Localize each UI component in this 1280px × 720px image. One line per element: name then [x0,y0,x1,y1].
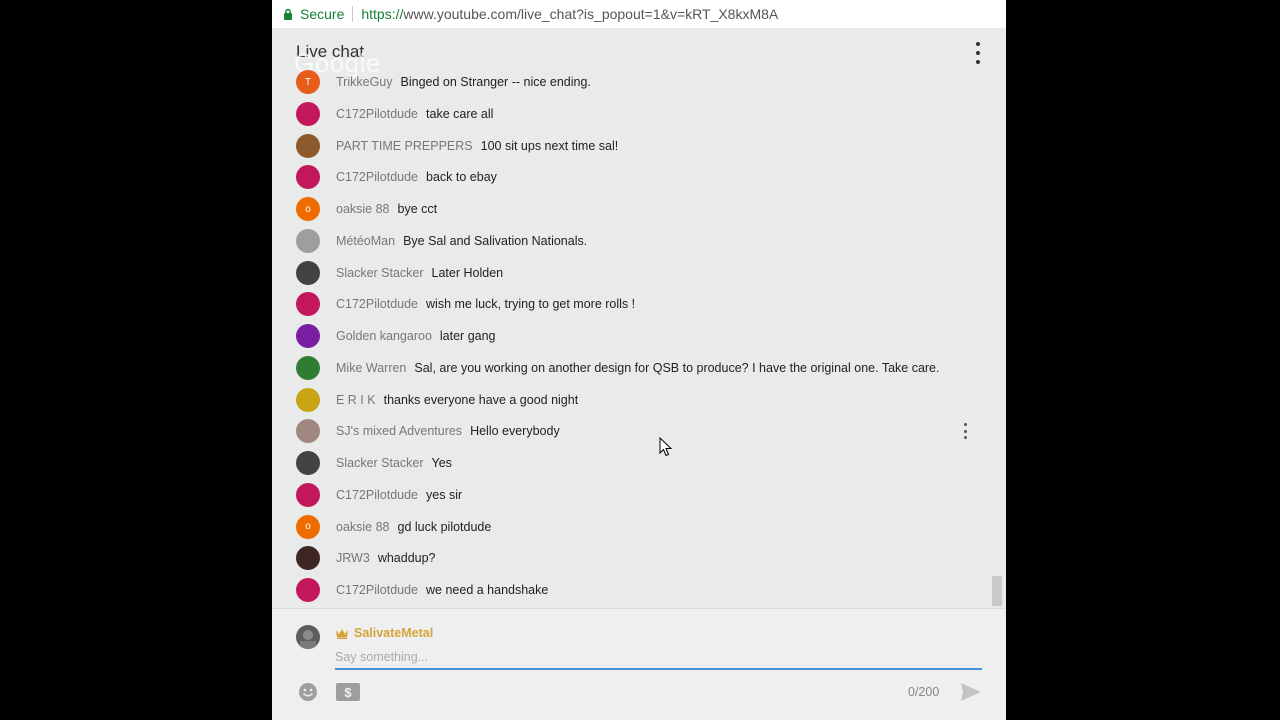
chat-message[interactable]: SJ's mixed Adventures Hello everybody [296,417,986,445]
message-author[interactable]: C172Pilotdude [336,107,418,121]
chat-message[interactable]: JRW3 whaddup? [296,544,986,572]
avatar [296,228,320,253]
secure-label: Secure [300,6,345,22]
message-text: bye cct [397,202,438,216]
page-title: Live chat [296,42,365,61]
svg-text:$: $ [344,685,352,700]
chat-popout-window: Secure https://www.youtube.com/live_chat… [272,0,1006,720]
chat-message[interactable]: MétéoMan Bye Sal and Salivation Nationals… [296,227,986,255]
avatar: o [296,197,320,221]
message-more-icon[interactable] [962,423,968,440]
avatar [296,260,320,285]
message-author[interactable]: C172Pilotdude [336,583,418,597]
message-text: Hello everybody [470,424,560,439]
chat-header: Live chat Google [272,28,1006,78]
message-text: Later Holden [431,265,504,280]
avatar [296,546,320,571]
message-text: whaddup? [377,551,436,566]
avatar [296,165,320,190]
message-author[interactable]: PART TIME PREPPERS [336,139,473,153]
chat-message[interactable]: Slacker Stacker Yes [296,449,986,477]
avatar [296,292,320,317]
author-chip: SalivateMetal [335,626,433,640]
chat-message[interactable]: C172Pilotdude yes sir [296,481,986,509]
chat-message[interactable]: C172Pilotdude take care all [296,100,986,128]
chat-message[interactable]: C172Pilotdude we need a handshake [296,576,986,604]
avatar [296,578,320,602]
message-text: gd luck pilotdude [397,519,492,534]
chat-input-panel: SalivateMetal $ 0/200 [272,608,1006,720]
more-vert-icon[interactable] [968,42,988,64]
message-author[interactable]: Golden kangaroo [336,329,432,343]
avatar: o [296,514,320,539]
message-text: later gang [439,329,496,343]
message-author[interactable]: Slacker Stacker [336,456,424,470]
message-author[interactable]: C172Pilotdude [336,297,418,311]
chat-message[interactable]: o oaksie 88 gd luck pilotdude [296,513,986,541]
message-text: Bye Sal and Salivation Nationals. [403,233,588,248]
message-text: we need a handshake [426,583,549,597]
chat-message-input[interactable] [335,646,982,670]
send-icon[interactable] [960,682,982,702]
message-author[interactable]: Mike Warren [336,361,406,375]
message-text: Sal, are you working on another design f… [414,360,940,375]
avatar [296,133,320,158]
user-name: SalivateMetal [354,626,434,640]
message-text: wish me luck, trying to get more rolls ! [426,297,636,312]
message-author[interactable]: C172Pilotdude [336,488,418,502]
chat-message[interactable]: o oaksie 88 bye cct [296,195,986,223]
chat-message[interactable]: C172Pilotdude back to ebay [296,163,986,191]
lock-icon [278,0,298,28]
message-author[interactable]: SJ's mixed Adventures [336,424,462,438]
avatar [296,625,320,649]
message-author[interactable]: C172Pilotdude [336,170,418,184]
url-text[interactable]: https://www.youtube.com/live_chat?is_pop… [361,6,778,22]
chat-message[interactable]: T TrikkeGuy Binged on Stranger -- nice end… [296,68,986,96]
avatar [296,101,320,126]
message-author[interactable]: TrikkeGuy [336,75,393,89]
chat-message[interactable]: E R I K thanks everyone have a good night [296,386,986,414]
message-text: Yes [431,456,452,470]
avatar: T [296,70,320,94]
address-bar[interactable]: Secure https://www.youtube.com/live_chat… [272,0,1006,29]
chat-message[interactable]: Mike Warren Sal, are you working on anoth… [296,354,986,382]
super-chat-dollar-icon[interactable]: $ [336,683,360,701]
message-text: thanks everyone have a good night [383,392,579,407]
url-divider [352,6,354,22]
message-author[interactable]: MétéoMan [336,234,395,248]
chat-message-list[interactable]: T TrikkeGuy Binged on Stranger -- nice end… [272,68,992,608]
avatar [296,324,320,348]
scrollbar-thumb[interactable] [992,576,1002,606]
crown-icon [336,629,348,639]
avatar [296,451,320,475]
message-author[interactable]: oaksie 88 [336,202,390,216]
chat-message[interactable]: Slacker Stacker Later Holden [296,259,986,287]
chat-message[interactable]: PART TIME PREPPERS 100 sit ups next time … [296,132,986,160]
message-author[interactable]: E R I K [336,393,376,407]
message-author[interactable]: Slacker Stacker [336,266,424,280]
message-text: Binged on Stranger -- nice ending. [400,75,591,89]
message-text: 100 sit ups next time sal! [480,138,619,153]
character-counter: 0/200 [908,685,940,699]
scrollbar[interactable] [992,68,1004,608]
avatar [296,355,320,380]
mouse-cursor-icon [659,437,673,457]
message-text: yes sir [426,487,463,502]
chat-message[interactable]: Golden kangaroo later gang [296,322,986,350]
message-text: take care all [426,106,494,121]
message-text: back to ebay [426,170,497,185]
message-author[interactable]: JRW3 [336,551,370,565]
avatar [296,419,320,444]
chat-message[interactable]: C172Pilotdude wish me luck, trying to get… [296,290,986,318]
message-author[interactable]: oaksie 88 [336,520,390,534]
avatar [296,482,320,507]
emoji-icon[interactable] [298,682,318,702]
avatar [296,387,320,412]
